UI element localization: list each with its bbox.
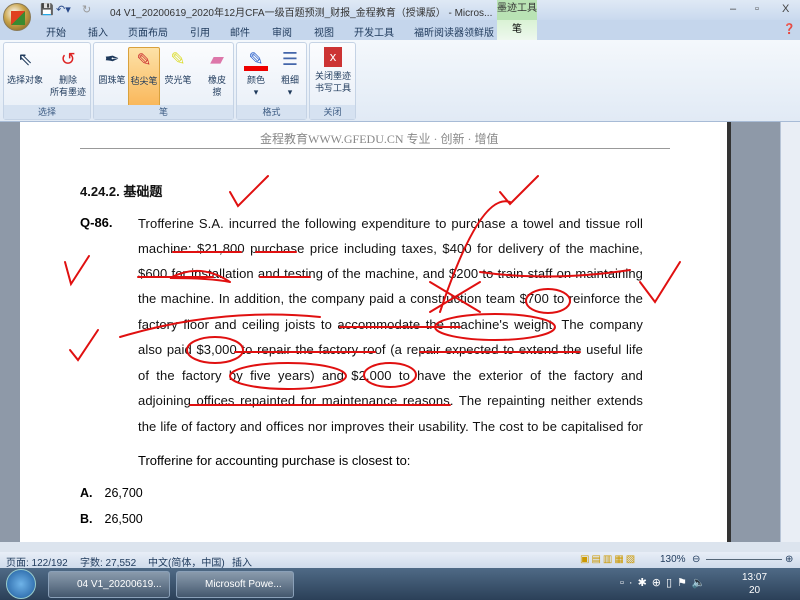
group-format: ✎ 颜色 ▾ ☰ 粗细 ▾ 格式 — [236, 42, 307, 120]
undo-icon[interactable]: ↶▾ — [56, 3, 71, 16]
title-bar: 💾 ↶▾ ↻ 04 V1_20200619_2020年12月CFA一级百题预测_… — [0, 0, 800, 31]
help-icon[interactable]: ❓ — [783, 24, 795, 35]
highlighter-button[interactable]: ✎ 荧光笔 — [162, 47, 194, 86]
thickness-icon: ☰ — [281, 49, 299, 69]
group-label: 选择 — [4, 105, 90, 119]
group-select: ⇖ 选择对象 ↺ 删除 所有墨迹 选择 — [3, 42, 91, 120]
zoom-out-button[interactable]: ⊖ — [692, 554, 700, 565]
felt-pen-button[interactable]: ✎ 毡尖笔 — [128, 47, 160, 107]
question-number: Q-86. — [80, 215, 113, 230]
section-heading: 4.24.2. 基础题 — [80, 184, 163, 199]
context-tab-title: 墨迹工具 — [497, 0, 537, 20]
tab-mailings[interactable]: 邮件 — [230, 24, 250, 39]
tab-insert[interactable]: 插入 — [88, 24, 108, 39]
tab-references[interactable]: 引用 — [190, 24, 210, 39]
body-line: $600 for installation and testing of the… — [138, 266, 643, 281]
delete-ink-icon: ↺ — [60, 49, 76, 69]
document-area: 金程教育WWW.GFEDU.CN 专业 · 创新 · 增值 4.24.2. 基础… — [0, 122, 780, 542]
body-line: adjoining offices repainted for maintena… — [138, 393, 643, 408]
tab-layout[interactable]: 页面布局 — [128, 24, 168, 39]
highlighter-icon: ✎ — [170, 49, 186, 69]
tab-pen[interactable]: 笔 — [497, 20, 537, 40]
tab-view[interactable]: 视图 — [314, 24, 334, 39]
taskbar: 04 V1_20200619... Microsoft Powe... ▫·✱⊕… — [0, 568, 800, 600]
eraser-button[interactable]: ▰ 橡皮 擦 — [202, 47, 232, 98]
question-prompt: Trofferine for accounting purchase is cl… — [138, 453, 411, 468]
taskbar-item-powerpoint[interactable]: Microsoft Powe... — [176, 571, 294, 598]
maximize-button[interactable]: ▫ — [755, 3, 759, 15]
option-a[interactable]: A. 26,700 — [80, 486, 143, 500]
group-label: 笔 — [94, 105, 233, 119]
color-icon: ✎ — [244, 47, 268, 71]
zoom-slider[interactable] — [706, 559, 782, 560]
clock[interactable]: 13:07 20 — [742, 571, 767, 597]
tray-icons[interactable]: ▫·✱⊕▯⚑🔈 — [620, 576, 711, 589]
select-object-button[interactable]: ⇖ 选择对象 — [6, 47, 44, 86]
minimize-button[interactable]: – — [730, 3, 736, 15]
eraser-icon: ▰ — [210, 49, 224, 69]
tab-home[interactable]: 开始 — [46, 24, 66, 39]
tab-foxit[interactable]: 福昕阅读器领鲜版 — [414, 24, 494, 39]
body-line: machine: $21,800 purchase price includin… — [138, 241, 643, 256]
vertical-scrollbar[interactable] — [780, 122, 800, 542]
thickness-button[interactable]: ☰ 粗细 ▾ — [275, 47, 305, 98]
tab-developer[interactable]: 开发工具 — [354, 24, 394, 39]
delete-all-ink-button[interactable]: ↺ 删除 所有墨迹 — [46, 47, 90, 98]
window-title: 04 V1_20200619_2020年12月CFA一级百题预测_财报_金程教育… — [110, 8, 493, 19]
body-line: of the factory by five years) and $2,000… — [138, 368, 643, 383]
tab-review[interactable]: 审阅 — [272, 24, 292, 39]
group-pen: ✒ 圆珠笔 ✎ 毡尖笔 ✎ 荧光笔 ▰ 橡皮 擦 笔 — [93, 42, 234, 120]
close-x-icon: x — [324, 47, 342, 67]
ballpoint-pen-icon: ✒ — [104, 49, 120, 69]
group-label: 格式 — [237, 105, 306, 119]
page-count[interactable]: 页面: 122/192 — [6, 554, 68, 569]
ballpoint-pen-button[interactable]: ✒ 圆珠笔 — [97, 47, 127, 86]
word-count[interactable]: 字数: 27,552 — [80, 554, 136, 569]
close-button[interactable]: X — [782, 3, 789, 15]
option-b[interactable]: B. 26,500 — [80, 512, 143, 526]
save-icon[interactable]: 💾 — [40, 3, 54, 16]
start-button[interactable] — [6, 569, 36, 599]
zoom-in-button[interactable]: ⊕ — [785, 554, 793, 565]
document-page[interactable]: 金程教育WWW.GFEDU.CN 专业 · 创新 · 增值 4.24.2. 基础… — [20, 122, 728, 542]
insert-mode[interactable]: 插入 — [232, 554, 252, 569]
ribbon: ⇖ 选择对象 ↺ 删除 所有墨迹 选择 ✒ 圆珠笔 ✎ 毡尖笔 ✎ 荧光笔 ▰ 橡皮 擦 笔… — [0, 40, 800, 122]
body-line: the life of factory and offices nor impr… — [138, 419, 643, 434]
body-line: factory floor and ceiling joists to acco… — [138, 317, 643, 332]
body-line: the machine. In addition, the company pa… — [138, 291, 643, 306]
status-bar: 页面: 122/192 字数: 27,552 中文(简体，中国) 插入 ▣▤▥▦… — [0, 552, 800, 569]
cursor-icon: ⇖ — [17, 49, 33, 69]
redo-icon[interactable]: ↻ — [82, 3, 91, 16]
body-line: also paid $3,000 to repair the factory r… — [138, 342, 643, 357]
body-line: Trofferine S.A. incurred the following e… — [138, 216, 643, 231]
close-ink-tools-button[interactable]: x 关闭墨迹 书写工具 — [312, 47, 354, 94]
horizontal-scrollbar[interactable] — [0, 542, 800, 552]
zoom-level[interactable]: 130% — [660, 554, 686, 565]
felt-pen-icon: ✎ — [136, 50, 152, 70]
language[interactable]: 中文(简体，中国) — [148, 554, 225, 569]
group-close: x 关闭墨迹 书写工具 关闭 — [309, 42, 356, 120]
page-edge — [727, 122, 731, 542]
group-label: 关闭 — [310, 105, 355, 119]
header-rule — [80, 148, 670, 149]
ribbon-tabs: 开始 插入 页面布局 引用 邮件 审阅 视图 开发工具 福昕阅读器领鲜版 笔 ❓ — [0, 20, 800, 40]
page-header: 金程教育WWW.GFEDU.CN 专业 · 创新 · 增值 — [260, 132, 499, 146]
taskbar-item-word[interactable]: 04 V1_20200619... — [48, 571, 170, 598]
view-buttons[interactable]: ▣▤▥▦▧ — [580, 554, 637, 565]
color-button[interactable]: ✎ 颜色 ▾ — [241, 47, 271, 98]
office-button[interactable] — [3, 3, 31, 31]
